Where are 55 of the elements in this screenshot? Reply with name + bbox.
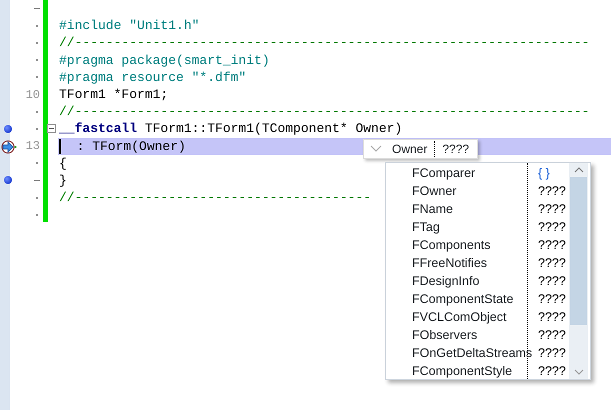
breakpoint-icon[interactable] — [4, 124, 12, 133]
line-tick — [36, 59, 38, 62]
fold-icon[interactable] — [47, 124, 56, 134]
completion-item[interactable]: FName — [386, 201, 528, 217]
completion-item[interactable]: FTag — [386, 219, 528, 235]
item-type: ???? — [537, 309, 566, 325]
line-number: 10 — [26, 86, 40, 104]
code-text: #pragma package(smart_init) — [59, 52, 270, 69]
line-tick — [34, 8, 40, 10]
item-type: ???? — [537, 291, 566, 307]
line-tick — [36, 162, 38, 164]
completion-item[interactable]: FDesignInfo — [386, 273, 528, 289]
item-type: ???? — [537, 183, 566, 199]
code-text: : TForm(Owner) — [76, 138, 186, 155]
item-type: ???? — [537, 273, 566, 289]
code-text: __fastcall — [59, 120, 138, 138]
line-tick — [36, 128, 38, 130]
completion-item[interactable]: FFreeNotifies — [386, 255, 528, 271]
item-type: ???? — [537, 237, 566, 253]
scrollbar[interactable] — [569, 163, 588, 379]
completion-item[interactable]: FObservers — [386, 327, 528, 343]
code-text: //------------------------------------------------------------------ — [59, 103, 590, 120]
completion-item[interactable]: FComponents — [386, 237, 528, 253]
parameter-type: ???? — [442, 141, 470, 158]
code-text: TForm1 *Form1; — [59, 86, 168, 104]
line-tick — [34, 180, 40, 181]
parameter-name: Owner — [392, 141, 428, 158]
item-type: ???? — [537, 201, 566, 217]
completion-item[interactable]: FVCLComObject — [386, 309, 528, 325]
completion-item[interactable]: FComparer — [386, 165, 528, 181]
line-tick — [36, 42, 38, 44]
line-tick — [36, 214, 38, 216]
code-text: //------------------------------------------------------------------ — [59, 34, 590, 52]
code-text: //-------------------------------------- — [59, 189, 372, 206]
code-text: { — [59, 154, 67, 172]
code-text: #include "Unit1.h" — [59, 17, 200, 34]
item-type: ???? — [537, 219, 566, 235]
code-text: TForm1::TForm1(TComponent* Owner) — [144, 120, 402, 138]
text-cursor — [59, 138, 61, 154]
code-text: #pragma resource "*.dfm" — [59, 68, 246, 86]
item-type: ???? — [537, 255, 566, 271]
item-type: ???? — [537, 327, 566, 343]
completion-item[interactable]: FComponentStyle — [386, 363, 528, 379]
breakpoint-icon[interactable] — [4, 176, 12, 184]
line-tick — [36, 110, 38, 113]
completion-item[interactable]: FOwner — [386, 183, 528, 199]
line-tick — [36, 76, 38, 78]
item-type: { } — [537, 165, 550, 181]
completion-item[interactable]: FComponentState — [386, 291, 528, 307]
line-number: 13 — [26, 138, 40, 156]
code-text: } — [59, 172, 67, 189]
line-tick — [36, 196, 38, 199]
line-tick — [36, 24, 38, 27]
scrollbar-thumb[interactable] — [570, 177, 587, 325]
item-type: ???? — [537, 363, 566, 379]
